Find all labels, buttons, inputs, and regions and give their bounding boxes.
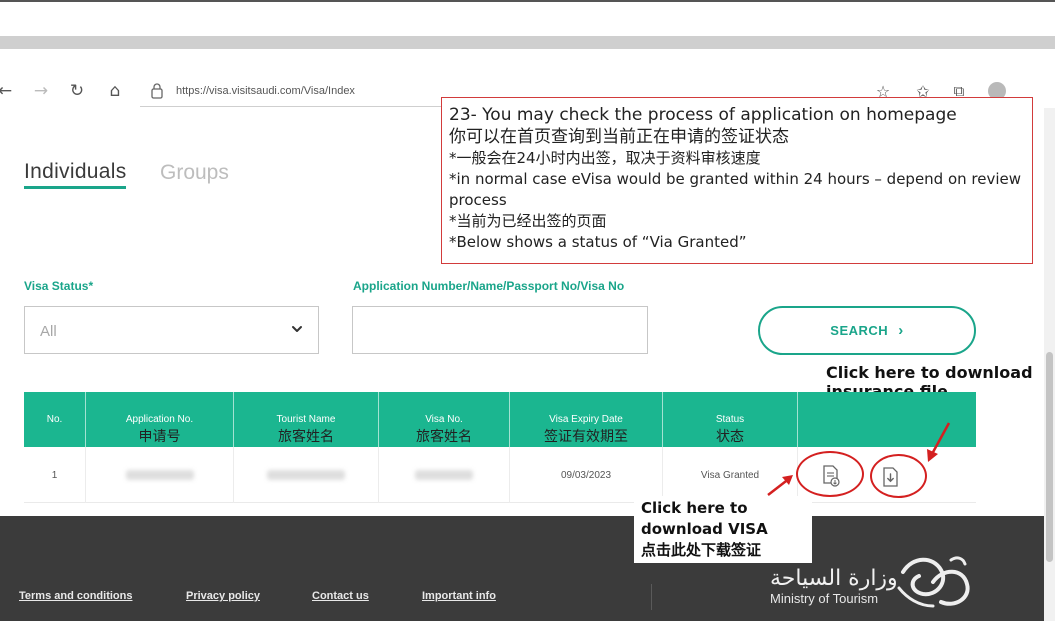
application-search-label: Application Number/Name/Passport No/Visa… — [353, 279, 625, 293]
cell-visa-expiry: 09/03/2023 — [509, 447, 662, 503]
footer-link-privacy[interactable]: Privacy policy — [186, 590, 260, 602]
address-bar[interactable]: https://visa.visitsaudi.com/Visa/Index — [176, 85, 355, 97]
annotation-line: *当前为已经出签的页面 — [449, 212, 607, 230]
cell-application-no — [85, 447, 233, 503]
annotation-line: 23- You may check the process of applica… — [449, 105, 957, 125]
cell-visa-no — [378, 447, 509, 503]
redacted-value — [415, 470, 473, 480]
footer-link-contact[interactable]: Contact us — [312, 590, 369, 602]
annotation-line: *in normal case eVisa would be granted w… — [449, 170, 1022, 209]
chevron-down-icon — [292, 326, 302, 332]
visa-download-callout: Click here to download VISA 点击此处下载签证 — [634, 496, 812, 563]
forward-icon[interactable]: → — [30, 80, 52, 102]
footer-divider — [651, 584, 652, 610]
column-header-tourist-name: Tourist Name 旅客姓名 — [233, 392, 378, 447]
redacted-value — [267, 470, 345, 480]
ministry-name-english: Ministry of Tourism — [770, 591, 879, 606]
tab-groups[interactable]: Groups — [160, 161, 229, 185]
redacted-value — [125, 470, 194, 480]
search-button-label: SEARCH — [830, 323, 889, 338]
visa-status-select[interactable]: All — [24, 306, 319, 354]
window-band — [0, 36, 1055, 49]
annotation-line: *Below shows a status of “Via Granted” — [449, 233, 747, 251]
visa-status-label: Visa Status* — [24, 279, 94, 293]
ministry-name-arabic: وزارة السياحة — [770, 566, 898, 591]
column-header-visa-expiry: Visa Expiry Date 签证有效期至 — [509, 392, 662, 447]
callout-line: Click here to — [641, 499, 748, 517]
column-header-application-no: Application No. 申请号 — [85, 392, 233, 447]
back-icon[interactable]: ← — [0, 80, 16, 102]
highlight-circle-visa — [796, 451, 864, 497]
cell-tourist-name — [233, 447, 378, 503]
top-border — [0, 0, 1055, 2]
search-button[interactable]: SEARCH › — [758, 306, 976, 355]
site-footer: Terms and conditions Privacy policy Cont… — [0, 516, 1055, 621]
visa-status-value: All — [40, 323, 57, 340]
column-header-no: No. — [46, 414, 63, 425]
chevron-right-icon: › — [898, 322, 904, 339]
home-icon[interactable]: ⌂ — [104, 80, 126, 102]
reload-icon[interactable]: ↻ — [66, 80, 88, 102]
instruction-annotation: 23- You may check the process of applica… — [441, 97, 1033, 264]
callout-line: 点击此处下载签证 — [641, 541, 762, 559]
callout-line: Click here to download — [826, 363, 1033, 382]
table-header: No. Application No. 申请号 Tourist Name 旅客姓名 … — [24, 392, 976, 447]
scrollbar-thumb[interactable] — [1046, 352, 1053, 562]
highlight-circle-insurance — [870, 454, 927, 498]
footer-link-terms[interactable]: Terms and conditions — [19, 590, 132, 602]
cell-no: 1 — [51, 469, 58, 481]
callout-line: download VISA — [641, 520, 768, 538]
tab-individuals[interactable]: Individuals — [24, 160, 127, 184]
arrow-to-insurance-icon — [927, 422, 951, 462]
annotation-line: *一般会在24小时内出签，取决于资料审核速度 — [449, 149, 761, 167]
column-header-status: Status 状态 — [662, 392, 797, 447]
active-tab-indicator — [24, 186, 126, 189]
annotation-line: 你可以在首页查询到当前正在申请的签证状态 — [449, 127, 789, 147]
application-search-input[interactable] — [352, 306, 648, 354]
lock-icon[interactable] — [150, 82, 164, 100]
ministry-logo-icon — [897, 556, 970, 608]
footer-link-important-info[interactable]: Important info — [422, 590, 496, 602]
column-header-visa-no: Visa No. 旅客姓名 — [378, 392, 509, 447]
